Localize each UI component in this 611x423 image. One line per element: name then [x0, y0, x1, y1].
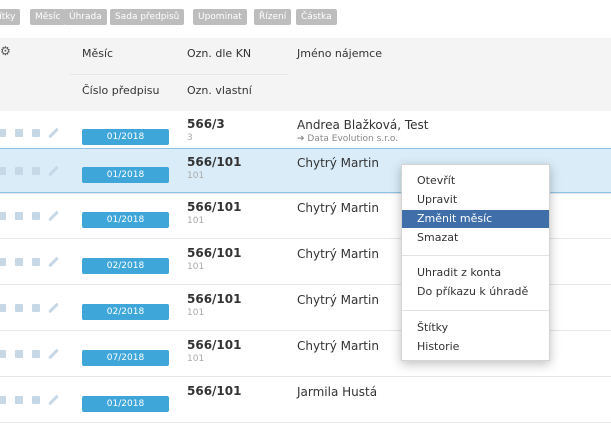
- toolbar-button-reminders[interactable]: Upominat: [193, 9, 247, 25]
- menu-item-delete[interactable]: Smazat: [402, 229, 549, 247]
- own-designation: 3: [187, 133, 193, 143]
- tag-icon[interactable]: [15, 212, 23, 220]
- menu-item-open[interactable]: Otevřít: [402, 172, 549, 190]
- pencil-icon[interactable]: [48, 210, 59, 222]
- column-month[interactable]: Měsíc: [82, 47, 113, 60]
- pencil-icon[interactable]: [48, 165, 59, 177]
- row-action-icons: [0, 240, 70, 285]
- gear-icon[interactable]: ⚙: [0, 44, 11, 58]
- tenant-name: Jarmila Hustá: [297, 385, 378, 399]
- toolbar-button-amount[interactable]: Částka: [296, 9, 337, 25]
- calendar-icon[interactable]: [32, 396, 40, 404]
- kn-designation: 566/101: [187, 384, 242, 398]
- user-icon[interactable]: [0, 304, 6, 312]
- tag-icon[interactable]: [15, 167, 23, 175]
- tenant-company: ➔ Data Evolution s.r.o.: [297, 134, 399, 144]
- tag-icon[interactable]: [15, 350, 23, 358]
- toolbar: štítky Měsíc Úhrada Sada předpisů Upomin…: [0, 0, 611, 30]
- tenant-name: Chytrý Martin: [297, 293, 379, 307]
- own-designation: 101: [187, 216, 205, 226]
- month-badge: 02/2018: [82, 258, 169, 274]
- kn-designation: 566/101: [187, 292, 242, 306]
- toolbar-button-proceedings[interactable]: Řízení: [254, 9, 292, 25]
- calendar-icon[interactable]: [32, 129, 40, 137]
- pencil-icon[interactable]: [48, 302, 59, 314]
- month-badge: 01/2018: [82, 396, 169, 412]
- user-icon[interactable]: [0, 129, 6, 137]
- kn-designation: 566/3: [187, 117, 225, 131]
- column-prescription[interactable]: Číslo předpisu: [82, 84, 160, 97]
- tag-icon[interactable]: [15, 258, 23, 266]
- row-action-icons: [0, 332, 70, 377]
- user-icon[interactable]: [0, 350, 6, 358]
- menu-item-add-to-payment-order[interactable]: Do příkazu k úhradě: [402, 283, 549, 301]
- menu-item-history[interactable]: Historie: [402, 338, 549, 356]
- toolbar-button-month[interactable]: Měsíc: [30, 9, 66, 25]
- pencil-icon[interactable]: [48, 256, 59, 268]
- user-icon[interactable]: [0, 212, 6, 220]
- month-badge: 01/2018: [82, 129, 169, 145]
- menu-item-pay-from-account[interactable]: Uhradit z konta: [402, 264, 549, 282]
- toolbar-button-prescription-set[interactable]: Sada předpisů: [110, 9, 185, 25]
- menu-item-change-month[interactable]: Změnit měsíc: [402, 210, 549, 228]
- own-designation: 101: [187, 308, 205, 318]
- column-kn[interactable]: Ozn. dle KN: [187, 47, 251, 60]
- menu-divider: [402, 255, 549, 256]
- row-action-icons: [0, 149, 70, 194]
- row-divider: [0, 376, 611, 377]
- tag-icon[interactable]: [15, 304, 23, 312]
- toolbar-button-payment[interactable]: Úhrada: [64, 9, 107, 25]
- month-badge: 02/2018: [82, 304, 169, 320]
- month-badge: 01/2018: [82, 167, 169, 183]
- calendar-icon[interactable]: [32, 167, 40, 175]
- pencil-icon[interactable]: [48, 348, 59, 360]
- pencil-icon[interactable]: [48, 127, 59, 139]
- row-action-icons: [0, 286, 70, 331]
- table-header: ⚙ Měsíc Ozn. dle KN Jméno nájemce Číslo …: [0, 38, 611, 111]
- month-badge: 07/2018: [82, 350, 169, 366]
- user-icon[interactable]: [0, 396, 6, 404]
- tenant-name: Chytrý Martin: [297, 247, 379, 261]
- column-tenant[interactable]: Jméno nájemce: [297, 47, 382, 60]
- menu-divider: [402, 310, 549, 311]
- calendar-icon[interactable]: [32, 212, 40, 220]
- row-action-icons: [0, 378, 70, 423]
- own-designation: 101: [187, 354, 205, 364]
- tag-icon[interactable]: [15, 396, 23, 404]
- pencil-icon[interactable]: [48, 394, 59, 406]
- tag-icon[interactable]: [15, 129, 23, 137]
- calendar-icon[interactable]: [32, 258, 40, 266]
- kn-designation: 566/101: [187, 155, 242, 169]
- tenant-name: Chytrý Martin: [297, 339, 379, 353]
- user-icon[interactable]: [0, 167, 6, 175]
- menu-item-edit[interactable]: Upravit: [402, 191, 549, 209]
- tenant-name: Chytrý Martin: [297, 201, 379, 215]
- row-action-icons: [0, 194, 70, 239]
- own-designation: 101: [187, 171, 205, 181]
- calendar-icon[interactable]: [32, 350, 40, 358]
- table-row[interactable]: 01/2018 566/101 Jarmila Hustá: [0, 378, 611, 423]
- kn-designation: 566/101: [187, 338, 242, 352]
- kn-designation: 566/101: [187, 246, 242, 260]
- tenant-name: Andrea Blažková, Test: [297, 118, 429, 132]
- column-own[interactable]: Ozn. vlastní: [187, 84, 252, 97]
- kn-designation: 566/101: [187, 200, 242, 214]
- month-badge: 01/2018: [82, 212, 169, 228]
- toolbar-button-labels[interactable]: štítky: [0, 9, 21, 25]
- calendar-icon[interactable]: [32, 304, 40, 312]
- user-icon[interactable]: [0, 258, 6, 266]
- context-menu: Otevřít Upravit Změnit měsíc Smazat Uhra…: [401, 164, 550, 361]
- tenant-name: Chytrý Martin: [297, 156, 379, 170]
- own-designation: 101: [187, 262, 205, 272]
- menu-item-labels[interactable]: Štítky: [402, 319, 549, 337]
